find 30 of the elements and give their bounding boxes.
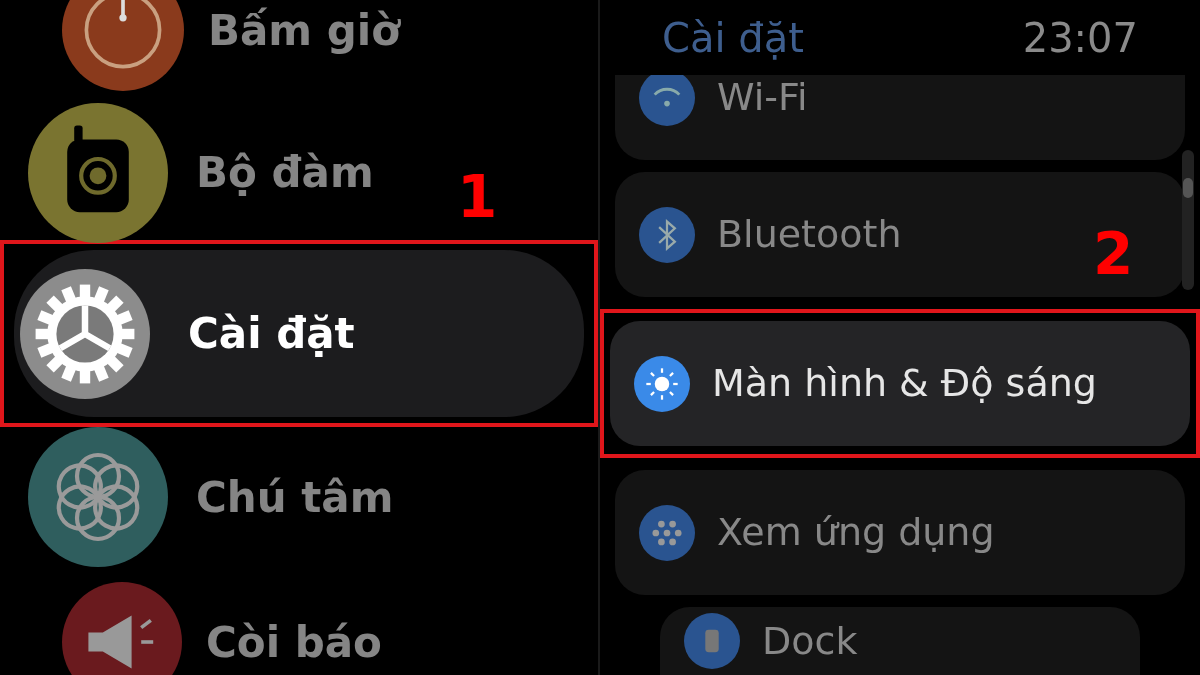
app-name: Còi báo xyxy=(206,616,382,669)
setting-label: Dock xyxy=(762,618,858,665)
app-name: Cài đặt xyxy=(188,308,355,360)
flower-icon[interactable] xyxy=(28,427,168,567)
app-name: Bộ đàm xyxy=(196,147,374,199)
megaphone-icon[interactable] xyxy=(62,582,182,675)
settings-row[interactable]: Xem ứng dụng xyxy=(615,470,1185,595)
walkie-talkie-icon[interactable] xyxy=(28,102,168,243)
app-name: Chú tâm xyxy=(196,471,394,524)
stopwatch-icon[interactable] xyxy=(62,0,184,91)
screen-title: Cài đặt xyxy=(662,13,804,63)
app-name: Bấm giờ xyxy=(208,4,401,57)
sun-icon xyxy=(634,355,690,412)
settings-row[interactable]: Wi-Fi xyxy=(615,75,1185,160)
setting-label: Wi-Fi xyxy=(717,75,808,121)
settings-row[interactable]: Dock xyxy=(660,607,1140,675)
bluetooth-icon xyxy=(639,206,695,263)
clock-time: 23:07 xyxy=(1022,13,1138,63)
settings-row[interactable]: Màn hình & Độ sáng xyxy=(610,321,1190,446)
step-number: 2 xyxy=(1093,225,1134,283)
watch-icon xyxy=(684,613,740,669)
dots-grid-icon xyxy=(639,504,695,561)
step-number: 1 xyxy=(457,168,498,226)
setting-label: Màn hình & Độ sáng xyxy=(712,360,1097,407)
wifi-icon xyxy=(639,75,695,126)
gear-icon[interactable] xyxy=(20,268,150,399)
app-row-highlight[interactable]: Cài đặt xyxy=(14,250,584,417)
scroll-bar[interactable] xyxy=(1182,150,1194,290)
setting-label: Xem ứng dụng xyxy=(717,509,995,556)
setting-label: Bluetooth xyxy=(717,211,902,258)
